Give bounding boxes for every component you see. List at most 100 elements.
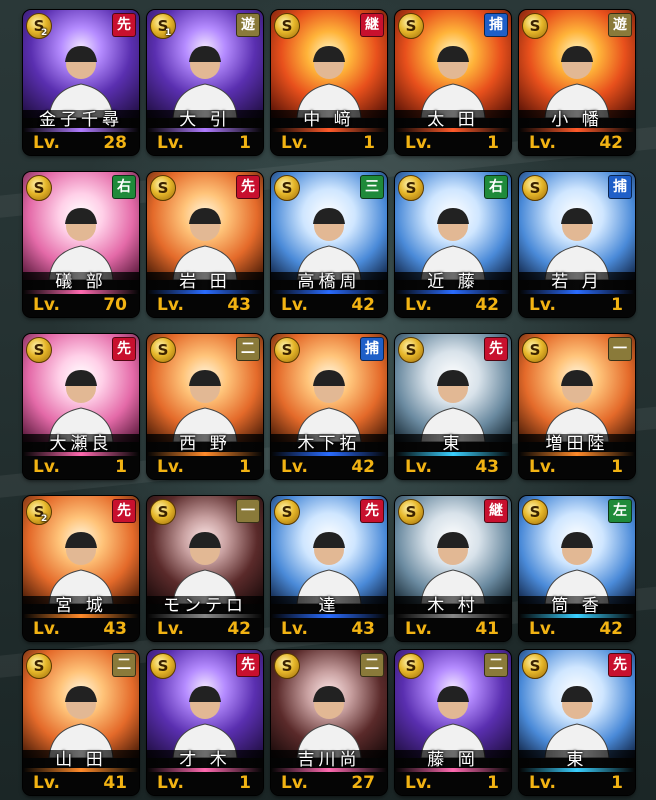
level-value: 28 [103, 133, 127, 153]
level-row: Lv. 1 [519, 456, 635, 479]
player-card[interactable]: S 捕若 月 Lv. 1 [519, 172, 635, 317]
level-row: Lv. 28 [23, 132, 139, 155]
level-prefix: Lv. [157, 295, 184, 315]
position-badge: 三 [360, 175, 384, 199]
player-card[interactable]: S 二西 野 Lv. 1 [147, 334, 263, 479]
level-prefix: Lv. [33, 133, 60, 153]
rank-s-icon: S2 [26, 13, 52, 39]
level-value: 42 [351, 457, 375, 477]
level-prefix: Lv. [405, 457, 432, 477]
level-value: 1 [239, 773, 251, 793]
level-prefix: Lv. [281, 295, 308, 315]
level-row: Lv. 43 [147, 294, 263, 317]
rank-letter: S [405, 179, 417, 197]
player-card[interactable]: S 継木 村 Lv. 41 [395, 496, 511, 641]
level-value: 41 [475, 619, 499, 639]
player-card[interactable]: S 継中 﨑 Lv. 1 [271, 10, 387, 155]
level-prefix: Lv. [157, 457, 184, 477]
player-name: 小 幡 [551, 110, 603, 130]
level-value: 1 [487, 773, 499, 793]
rank-s-icon: S [522, 13, 548, 39]
position-badge: 継 [360, 13, 384, 37]
player-name: 大 引 [179, 110, 231, 130]
player-card[interactable]: S 先東 Lv. 43 [395, 334, 511, 479]
player-silhouette [172, 208, 238, 280]
level-row: Lv. 41 [23, 772, 139, 795]
player-card[interactable]: S 右近 藤 Lv. 42 [395, 172, 511, 317]
player-card[interactable]: S 右礒 部 Lv. 70 [23, 172, 139, 317]
player-card[interactable]: S 二山 田 Lv. 41 [23, 650, 139, 795]
player-card[interactable]: S2 先宮 城 Lv. 43 [23, 496, 139, 641]
level-prefix: Lv. [405, 133, 432, 153]
level-value: 41 [103, 773, 127, 793]
player-name: 岩 田 [179, 272, 231, 292]
rank-s-icon: S [398, 337, 424, 363]
rank-letter: S [33, 341, 45, 359]
level-prefix: Lv. [529, 773, 556, 793]
level-prefix: Lv. [529, 457, 556, 477]
player-card[interactable]: S 一増田陸 Lv. 1 [519, 334, 635, 479]
rank-letter: S [281, 179, 293, 197]
rank-s-icon: S [522, 499, 548, 525]
rank-s-icon: S [398, 653, 424, 679]
level-value: 43 [103, 619, 127, 639]
player-silhouette [544, 370, 610, 442]
player-card[interactable]: S 二吉川尚 Lv. 27 [271, 650, 387, 795]
player-silhouette [420, 532, 486, 604]
player-silhouette [48, 370, 114, 442]
rank-s-icon: S [26, 653, 52, 679]
level-row: Lv. 1 [147, 132, 263, 155]
rank-s-icon: S [26, 175, 52, 201]
player-name: 西 野 [179, 434, 231, 454]
position-badge: 一 [236, 499, 260, 523]
player-card[interactable]: S 左筒 香 Lv. 42 [519, 496, 635, 641]
player-card[interactable]: S1 遊大 引 Lv. 1 [147, 10, 263, 155]
rank-letter: S [529, 341, 541, 359]
position-badge: 遊 [236, 13, 260, 37]
player-silhouette [172, 686, 238, 758]
player-name: 若 月 [551, 272, 603, 292]
rank-s-icon: S [274, 499, 300, 525]
rank-s-icon: S [398, 499, 424, 525]
rank-s-icon: S [274, 13, 300, 39]
level-value: 27 [351, 773, 375, 793]
player-card[interactable]: S 二藤 岡 Lv. 1 [395, 650, 511, 795]
player-card[interactable]: S 一モンテロ Lv. 42 [147, 496, 263, 641]
level-value: 42 [599, 133, 623, 153]
level-prefix: Lv. [281, 457, 308, 477]
position-badge: 先 [236, 175, 260, 199]
level-prefix: Lv. [405, 773, 432, 793]
rank-s-icon: S [150, 175, 176, 201]
player-card[interactable]: S 先東 Lv. 1 [519, 650, 635, 795]
player-card[interactable]: S 2 先金子千尋 Lv. 28 [23, 10, 139, 155]
player-card[interactable]: S 三高橋周 Lv. 42 [271, 172, 387, 317]
rank-letter: S [405, 17, 417, 35]
player-silhouette [296, 208, 362, 280]
level-prefix: Lv. [405, 295, 432, 315]
level-row: Lv. 43 [271, 618, 387, 641]
player-card[interactable]: S 捕太 田 Lv. 1 [395, 10, 511, 155]
level-row: Lv. 1 [271, 132, 387, 155]
rank-letter: S [33, 179, 45, 197]
position-badge: 右 [112, 175, 136, 199]
position-badge: 先 [112, 499, 136, 523]
level-prefix: Lv. [529, 295, 556, 315]
player-name: 近 藤 [427, 272, 479, 292]
level-value: 70 [103, 295, 127, 315]
rank-s-icon: S [150, 337, 176, 363]
player-silhouette [420, 208, 486, 280]
player-card[interactable]: S 遊小 幡 Lv. 42 [519, 10, 635, 155]
player-silhouette [172, 370, 238, 442]
player-card[interactable]: S 捕木下拓 Lv. 42 [271, 334, 387, 479]
player-card[interactable]: S 先岩 田 Lv. 43 [147, 172, 263, 317]
player-card[interactable]: S 先才 木 Lv. 1 [147, 650, 263, 795]
player-silhouette [48, 686, 114, 758]
player-card[interactable]: S 先大瀬良 Lv. 1 [23, 334, 139, 479]
position-badge: 先 [360, 499, 384, 523]
player-card[interactable]: S 先達 Lv. 43 [271, 496, 387, 641]
level-row: Lv. 1 [23, 456, 139, 479]
rank-letter: S [529, 179, 541, 197]
rank-plus: 1 [165, 28, 172, 38]
position-badge: 先 [484, 337, 508, 361]
level-value: 42 [475, 295, 499, 315]
